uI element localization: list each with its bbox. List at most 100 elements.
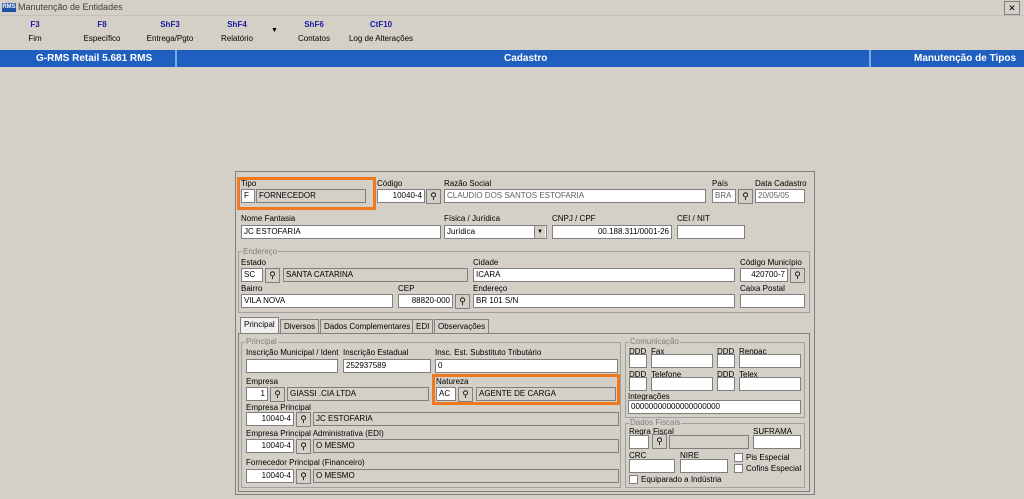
binoculars-icon[interactable]: ⚲ (458, 387, 473, 402)
tab-observacoes[interactable]: Observações (434, 319, 490, 333)
insc-estadual-field[interactable]: 252937589 (343, 359, 431, 373)
fax-field[interactable] (651, 354, 713, 368)
band-module: Cadastro (504, 53, 548, 64)
crc-field[interactable] (629, 459, 675, 473)
empresa-principal-code-field[interactable]: 10040-4 (246, 412, 294, 426)
data-cadastro-label: Data Cadastro (755, 179, 807, 188)
tab-edi[interactable]: EDI (412, 319, 434, 333)
fornecedor-principal-code-field[interactable]: 10040-4 (246, 469, 294, 483)
telex-field[interactable] (739, 377, 801, 391)
toolbar-fim-button[interactable]: F3 Fim (22, 20, 48, 43)
estado-label: Estado (241, 258, 266, 267)
cidade-label: Cidade (473, 258, 499, 267)
insc-municipal-field[interactable] (246, 359, 338, 373)
integracoes-field[interactable]: 00000000000000000000 (628, 400, 801, 414)
close-button[interactable]: ✕ (1004, 1, 1020, 15)
pis-especial-checkbox[interactable] (734, 453, 743, 462)
regra-fiscal-field[interactable] (629, 435, 649, 449)
razao-field[interactable]: CLAUDIO DOS SANTOS ESTOFARIA (444, 189, 706, 203)
dados-fiscais-group-title: Dados Fiscais (629, 418, 682, 427)
pais-label: País (712, 179, 729, 188)
band-divider (869, 50, 871, 67)
binoculars-icon[interactable]: ⚲ (790, 268, 805, 283)
pais-field[interactable]: BRA (712, 189, 736, 203)
ddd-renpac-field[interactable] (717, 354, 735, 368)
tab-dados-complementares[interactable]: Dados Complementares (320, 319, 415, 333)
cidade-field[interactable]: ICARA (473, 268, 735, 282)
toolbar-label: Contatos (297, 34, 331, 43)
bairro-field[interactable]: VILA NOVA (241, 294, 393, 308)
equiparado-checkbox[interactable] (629, 475, 638, 484)
insc-subst-label: Insc. Est. Substituto Tributário (435, 348, 542, 357)
tipo-code-field[interactable]: F (241, 189, 255, 203)
cnpj-label: CNPJ / CPF (552, 214, 596, 223)
band-divider (175, 50, 177, 67)
regra-fiscal-desc-field (669, 435, 749, 449)
insc-subst-field[interactable]: 0 (435, 359, 618, 373)
endereco-label: Endereço (473, 284, 508, 293)
binoculars-icon[interactable]: ⚲ (455, 294, 470, 309)
toolbar-entrega-button[interactable]: ShF3 Entrega/Pgto (142, 20, 198, 43)
cofins-especial-checkbox[interactable] (734, 464, 743, 473)
binoculars-icon[interactable]: ⚲ (270, 387, 285, 402)
window-title: Manutenção de Entidades (18, 2, 123, 12)
toolbar-contatos-button[interactable]: ShF6 Contatos (294, 20, 334, 43)
empresa-principal-desc-field: JC ESTOFARIA (313, 412, 619, 426)
empresa-code-field[interactable]: 1 (246, 387, 268, 401)
pis-especial-label: Pis Especial (746, 453, 790, 462)
cep-field[interactable]: 88820-000 (398, 294, 453, 308)
toolbar-key: ShF4 (227, 20, 247, 29)
fisica-juridica-label: Física / Jurídica (444, 214, 501, 223)
entity-form-window: Tipo F FORNECEDOR Código 10040-4 ⚲ Razão… (235, 171, 815, 495)
ddd-telefone-field[interactable] (629, 377, 647, 391)
fisica-juridica-select[interactable]: Jurídica ▼ (444, 225, 547, 239)
binoculars-icon[interactable]: ⚲ (296, 469, 311, 484)
toolbar-relatorio-button[interactable]: ShF4 Relatório (214, 20, 260, 43)
cofins-especial-label: Cofins Especial (746, 464, 802, 473)
suframa-field[interactable] (753, 435, 801, 449)
empresa-adm-desc-field: O MESMO (313, 439, 619, 453)
renpac-field[interactable] (739, 354, 801, 368)
binoculars-icon[interactable]: ⚲ (426, 189, 441, 204)
endereco-field[interactable]: BR 101 S/N (473, 294, 735, 308)
estado-code-field[interactable]: SC (241, 268, 263, 282)
toolbar-label: Log de Alterações (348, 34, 414, 43)
natureza-code-field[interactable]: AC (436, 387, 456, 401)
toolbar-key: CtF10 (369, 20, 393, 29)
toolbar-log-button[interactable]: CtF10 Log de Alterações (346, 20, 416, 43)
nire-field[interactable] (680, 459, 728, 473)
binoculars-icon[interactable]: ⚲ (265, 268, 280, 283)
ddd-telex-field[interactable] (717, 377, 735, 391)
caixa-postal-label: Caixa Postal (740, 284, 785, 293)
binoculars-icon[interactable]: ⚲ (738, 189, 753, 204)
toolbar-key: F8 (97, 20, 107, 29)
data-cadastro-field[interactable]: 20/05/05 (755, 189, 805, 203)
binoculars-icon[interactable]: ⚲ (652, 434, 667, 449)
app-icon: RMS (2, 3, 16, 12)
cei-field[interactable] (677, 225, 745, 239)
natureza-label: Natureza (436, 377, 469, 386)
toolbar-especifico-button[interactable]: F8 Específico (80, 20, 124, 43)
chevron-down-icon[interactable]: ▼ (534, 226, 545, 238)
binoculars-icon[interactable]: ⚲ (296, 439, 311, 454)
tab-principal[interactable]: Principal (240, 317, 279, 333)
cod-municipio-field[interactable]: 420700-7 (740, 268, 788, 282)
telefone-field[interactable] (651, 377, 713, 391)
tipo-desc-field: FORNECEDOR (256, 189, 366, 203)
equiparado-label: Equiparado a Indústria (641, 475, 722, 484)
razao-label: Razão Social (444, 179, 492, 188)
nome-fantasia-field[interactable]: JC ESTOFARIA (241, 225, 441, 239)
caixa-postal-field[interactable] (740, 294, 805, 308)
ddd-fax-field[interactable] (629, 354, 647, 368)
chevron-down-icon[interactable]: ▼ (271, 27, 278, 34)
toolbar-label: Relatório (220, 34, 253, 43)
band-version: G-RMS Retail 5.681 RMS (36, 53, 153, 64)
tipo-label: Tipo (241, 179, 257, 188)
empresa-adm-code-field[interactable]: 10040-4 (246, 439, 294, 453)
comunicacao-group-title: Comunicação (629, 337, 680, 346)
binoculars-icon[interactable]: ⚲ (296, 412, 311, 427)
cnpj-field[interactable]: 00.188.311/0001-26 (552, 225, 672, 239)
codigo-field[interactable]: 10040-4 (377, 189, 425, 203)
bairro-label: Bairro (241, 284, 263, 293)
tab-diversos[interactable]: Diversos (280, 319, 320, 333)
